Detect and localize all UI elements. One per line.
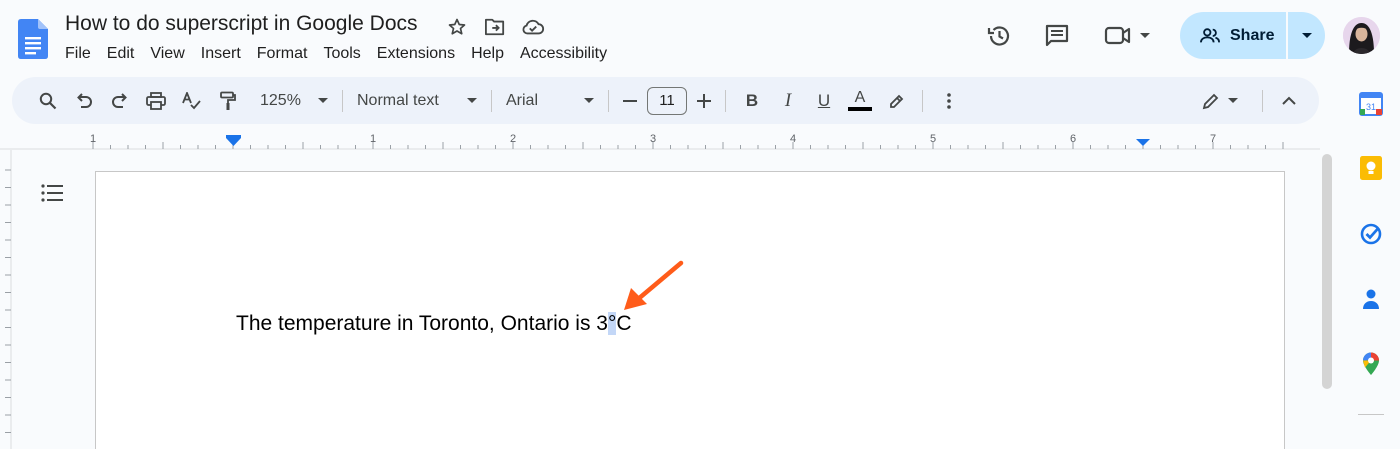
underline-button[interactable]: U <box>806 85 842 117</box>
spellcheck-icon[interactable] <box>174 85 210 117</box>
menu-extensions[interactable]: Extensions <box>369 43 463 65</box>
share-button[interactable]: Share <box>1180 12 1325 59</box>
title-icons <box>444 14 546 40</box>
side-panel-divider <box>1358 414 1384 415</box>
hide-menus-chevron-up-icon[interactable] <box>1271 85 1307 117</box>
toolbar-divider <box>922 89 923 112</box>
menu-bar: File Edit View Insert Format Tools Exten… <box>57 43 615 65</box>
document-outline-icon[interactable] <box>36 176 70 210</box>
chevron-down-icon <box>584 97 594 103</box>
star-icon[interactable] <box>444 14 470 40</box>
document-page[interactable]: The temperature in Toronto, Ontario is 3… <box>95 171 1285 449</box>
menu-tools[interactable]: Tools <box>315 43 368 65</box>
first-line-indent-marker[interactable] <box>226 135 241 138</box>
redo-icon[interactable] <box>102 85 138 117</box>
font-select[interactable]: Arial <box>500 85 600 117</box>
toolbar-divider <box>608 89 609 112</box>
menu-view[interactable]: View <box>142 43 192 65</box>
editing-mode-select[interactable] <box>1192 85 1248 117</box>
zoom-select[interactable]: 125% <box>254 85 334 117</box>
orange-arrow-annotation <box>624 260 684 310</box>
horizontal-ruler[interactable]: 1 1 2 3 4 5 6 7 <box>0 128 1320 150</box>
share-main[interactable]: Share <box>1180 12 1286 59</box>
move-to-folder-icon[interactable] <box>482 14 508 40</box>
right-indent-marker[interactable] <box>1136 139 1150 146</box>
ruler-label: 1 <box>90 133 96 145</box>
formatting-toolbar: 125% Normal text Arial 11 B I U A <box>12 77 1319 124</box>
calendar-icon[interactable]: 31 <box>1358 91 1384 117</box>
toolbar-divider <box>725 89 726 112</box>
people-icon <box>1200 27 1220 42</box>
more-options-icon[interactable] <box>931 85 967 117</box>
toolbar-divider <box>1262 89 1263 112</box>
font-size-input[interactable]: 11 <box>647 86 687 115</box>
comments-icon[interactable] <box>1033 12 1081 60</box>
docs-logo-icon[interactable] <box>18 19 48 59</box>
text-before-selection: The temperature in Toronto, Ontario is 3 <box>236 312 608 335</box>
text-color-label: A <box>854 89 866 106</box>
ruler-label: 3 <box>650 133 656 145</box>
tasks-icon[interactable] <box>1358 221 1384 247</box>
vertical-scrollbar[interactable] <box>1322 154 1332 389</box>
vertical-ruler[interactable] <box>0 150 12 449</box>
meet-icon[interactable] <box>1095 16 1161 56</box>
chevron-down-icon <box>1301 32 1312 38</box>
keep-icon[interactable] <box>1358 155 1384 181</box>
chevron-down-icon <box>318 97 328 103</box>
ruler-label: 1 <box>370 133 376 145</box>
menu-accessibility[interactable]: Accessibility <box>512 43 615 65</box>
document-canvas: The temperature in Toronto, Ontario is 3… <box>0 150 1340 449</box>
zoom-value: 125% <box>260 91 301 109</box>
title-bar: How to do superscript in Google Docs Fil… <box>0 0 1400 76</box>
ruler-label: 7 <box>1210 133 1216 145</box>
toolbar-divider <box>491 89 492 112</box>
italic-button[interactable]: I <box>770 85 806 117</box>
share-dropdown[interactable] <box>1288 12 1325 59</box>
search-menus-icon[interactable] <box>30 85 66 117</box>
bold-button[interactable]: B <box>734 85 770 117</box>
toolbar-divider <box>342 89 343 112</box>
text-color-swatch <box>848 107 872 111</box>
maps-icon[interactable] <box>1358 351 1384 377</box>
menu-file[interactable]: File <box>57 43 99 65</box>
chevron-down-icon <box>467 97 477 103</box>
version-history-icon[interactable] <box>975 12 1023 60</box>
menu-format[interactable]: Format <box>249 43 316 65</box>
chevron-down-icon <box>1228 97 1238 103</box>
ruler-label: 2 <box>510 133 516 145</box>
share-label: Share <box>1230 26 1275 44</box>
paragraph-style-value: Normal text <box>357 91 439 109</box>
ruler-label: 4 <box>790 133 796 145</box>
header-actions <box>975 12 1161 60</box>
svg-text:31: 31 <box>1366 102 1376 112</box>
decrease-font-size-icon[interactable] <box>617 85 643 117</box>
ruler-label: 5 <box>930 133 936 145</box>
pencil-icon <box>1202 93 1219 109</box>
text-color-button[interactable]: A <box>842 85 878 117</box>
left-indent-marker[interactable] <box>226 138 241 146</box>
font-value: Arial <box>506 91 539 109</box>
cloud-status-icon[interactable] <box>520 14 546 40</box>
menu-insert[interactable]: Insert <box>193 43 249 65</box>
google-docs-window: How to do superscript in Google Docs Fil… <box>0 0 1400 449</box>
highlight-color-icon[interactable] <box>878 85 914 117</box>
document-body-text[interactable]: The temperature in Toronto, Ontario is 3… <box>236 312 632 336</box>
menu-edit[interactable]: Edit <box>99 43 143 65</box>
menu-help[interactable]: Help <box>463 43 512 65</box>
increase-font-size-icon[interactable] <box>691 85 717 117</box>
avatar[interactable] <box>1343 17 1380 54</box>
document-title[interactable]: How to do superscript in Google Docs <box>65 12 418 36</box>
ruler-label: 6 <box>1070 133 1076 145</box>
print-icon[interactable] <box>138 85 174 117</box>
meet-dropdown-icon[interactable] <box>1138 31 1152 41</box>
undo-icon[interactable] <box>66 85 102 117</box>
side-panel: 31 <box>1340 76 1400 449</box>
contacts-icon[interactable] <box>1358 286 1384 312</box>
paragraph-style-select[interactable]: Normal text <box>351 85 483 117</box>
paint-format-icon[interactable] <box>210 85 246 117</box>
